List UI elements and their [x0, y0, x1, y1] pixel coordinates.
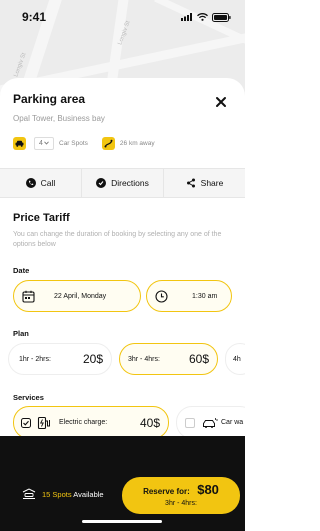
wifi-icon — [197, 13, 208, 21]
home-indicator — [82, 520, 162, 523]
parking-meta: 4 Car Spots 26 km away — [13, 136, 155, 150]
directions-icon — [96, 178, 107, 188]
time-value: 1:30 am — [192, 292, 218, 300]
call-label: Call — [40, 178, 56, 188]
status-bar: 9:41 — [0, 0, 245, 34]
spots-count-select[interactable]: 4 — [34, 136, 54, 150]
plan-duration: 3hr - 4hrs: — [128, 355, 160, 363]
available-spots: 15 Spots Available — [22, 488, 104, 500]
service-option-selected[interactable]: Electric charge: 40$ — [13, 406, 169, 439]
parking-address: Opal Tower, Business bay — [13, 114, 105, 123]
service-option[interactable]: Car wa — [176, 406, 245, 439]
services-section-label: Services — [13, 393, 44, 402]
date-value: 22 April, Monday — [54, 292, 107, 300]
route-icon — [101, 136, 115, 150]
spots-count: 15 Spots — [42, 489, 72, 499]
close-icon[interactable] — [214, 95, 228, 109]
plan-option-selected[interactable]: 3hr - 4hrs: 60$ — [119, 343, 218, 375]
status-time: 9:41 — [22, 10, 47, 24]
tariff-title: Price Tariff — [13, 212, 70, 224]
call-button[interactable]: Call — [0, 169, 82, 197]
checkbox-checked-icon[interactable] — [21, 417, 31, 428]
car-wash-icon — [203, 417, 218, 428]
time-picker[interactable]: 1:30 am — [146, 280, 232, 312]
reserve-duration: 3hr - 4hrs: — [165, 500, 197, 507]
clock-icon — [155, 289, 168, 303]
plan-duration: 4h — [233, 355, 241, 363]
plan-duration: 1hr - 2hrs: — [19, 355, 51, 363]
calendar-icon — [22, 290, 35, 303]
reserve-amount: $80 — [197, 482, 219, 497]
plan-option[interactable]: 4h — [225, 343, 245, 375]
plan-section-label: Plan — [13, 329, 29, 338]
service-name: Car wa — [221, 419, 244, 426]
share-button[interactable]: Share — [164, 169, 245, 197]
plan-price: 20$ — [82, 352, 103, 366]
signal-icon — [181, 13, 192, 21]
plan-option[interactable]: 1hr - 2hrs: 20$ — [8, 343, 112, 375]
spots-count-value: 4 — [39, 139, 43, 147]
reserve-button[interactable]: Reserve for: $80 3hr - 4hrs: — [122, 477, 240, 514]
plan-price: 60$ — [188, 352, 209, 366]
parking-title: Parking area — [13, 92, 86, 106]
spots-label: Car Spots — [59, 139, 88, 147]
chevron-down-icon — [44, 141, 49, 145]
spots-available-label: Available — [73, 489, 104, 499]
phone-icon — [25, 178, 36, 188]
car-icon — [13, 136, 26, 150]
reserve-label: Reserve for: — [143, 487, 190, 496]
distance-label: 26 km away — [119, 139, 155, 147]
parking-lot-icon — [22, 488, 36, 499]
action-bar: Call Directions Share — [0, 168, 245, 198]
tariff-description: You can change the duration of booking b… — [13, 231, 222, 248]
booking-footer: 15 Spots Available Reserve for: $80 3hr … — [0, 436, 245, 531]
date-section-label: Date — [13, 266, 30, 275]
service-name: Electric charge: — [59, 419, 108, 426]
directions-label: Directions — [111, 178, 149, 188]
directions-button[interactable]: Directions — [82, 169, 164, 197]
checkbox[interactable] — [185, 417, 195, 428]
charging-station-icon — [37, 416, 50, 429]
date-picker[interactable]: 22 April, Monday — [13, 280, 141, 312]
service-price: 40$ — [139, 415, 160, 430]
share-label: Share — [200, 178, 224, 188]
share-icon — [186, 178, 195, 188]
battery-icon — [212, 12, 231, 22]
